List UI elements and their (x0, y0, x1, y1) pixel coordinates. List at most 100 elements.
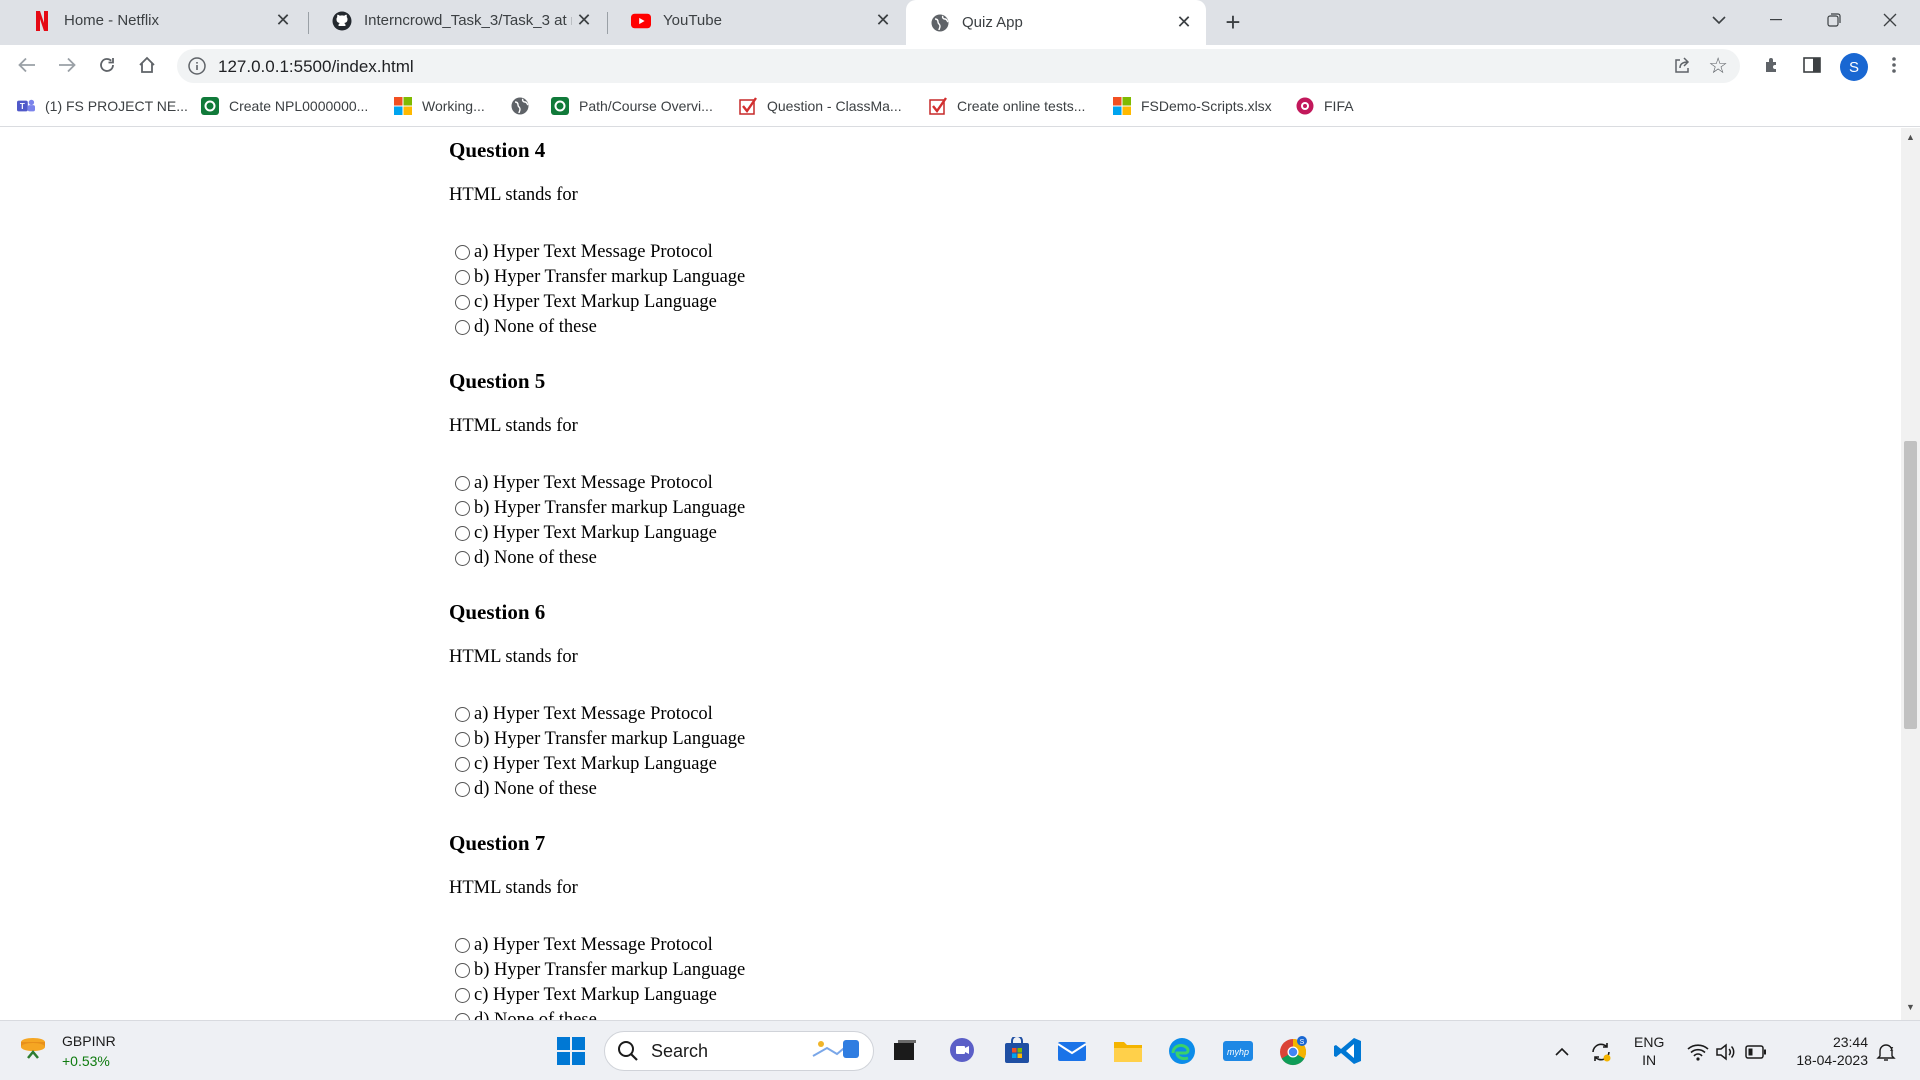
radio-button[interactable] (455, 475, 470, 491)
mail-icon[interactable] (1054, 1033, 1090, 1069)
windows-start-icon[interactable] (553, 1033, 589, 1069)
answer-option[interactable]: c) Hyper Text Markup Language (455, 290, 717, 314)
extensions-icon[interactable] (1756, 49, 1788, 81)
answer-option[interactable]: b) Hyper Transfer markup Language (455, 496, 745, 520)
profile-avatar[interactable]: S (1840, 53, 1868, 81)
answer-option[interactable]: a) Hyper Text Message Protocol (455, 933, 713, 957)
sync-icon[interactable] (1588, 1039, 1614, 1065)
search-highlight-icon (809, 1034, 865, 1069)
tab-search-chevron-icon[interactable] (1691, 0, 1747, 40)
radio-button[interactable] (455, 269, 470, 285)
option-label: c) Hyper Text Markup Language (474, 291, 717, 312)
minimize-icon[interactable] (1748, 0, 1804, 40)
taskbar-search-box[interactable]: Search (604, 1031, 874, 1071)
back-button[interactable] (11, 49, 43, 81)
reload-button[interactable] (91, 49, 123, 81)
radio-button[interactable] (455, 781, 470, 797)
system-clock[interactable]: 23:44 18-04-2023 (1786, 1033, 1868, 1069)
option-label: b) Hyper Transfer markup Language (474, 497, 746, 518)
tab-netflix[interactable]: Home - Netflix ✕ (8, 0, 305, 41)
bookmark-item[interactable]: Path/Course Overvi... (551, 95, 713, 117)
close-tab-icon[interactable]: ✕ (572, 9, 596, 33)
radio-button[interactable] (455, 731, 470, 747)
tab-github[interactable]: Interncrowd_Task_3/Task_3 at ma ✕ (308, 0, 606, 41)
close-tab-icon[interactable]: ✕ (1172, 11, 1196, 35)
radio-button[interactable] (455, 500, 470, 516)
scrollbar-thumb[interactable] (1904, 441, 1917, 729)
scroll-down-arrow-icon[interactable]: ▼ (1901, 1002, 1920, 1016)
notifications-icon[interactable]: z (1874, 1040, 1898, 1064)
radio-button[interactable] (455, 756, 470, 772)
answer-option[interactable]: c) Hyper Text Markup Language (455, 752, 717, 776)
answer-option[interactable]: a) Hyper Text Message Protocol (455, 702, 713, 726)
answer-option[interactable]: c) Hyper Text Markup Language (455, 983, 717, 1007)
widgets-button[interactable]: GBPINR +0.53% (18, 1031, 116, 1071)
answer-option[interactable]: a) Hyper Text Message Protocol (455, 471, 713, 495)
answer-option[interactable]: b) Hyper Transfer markup Language (455, 958, 745, 982)
side-panel-icon[interactable] (1796, 49, 1828, 81)
bookmark-label: (1) FS PROJECT NE... (45, 98, 188, 114)
show-hidden-icons-chevron-icon[interactable] (1552, 1041, 1572, 1061)
teams-chat-icon[interactable] (944, 1033, 980, 1069)
address-bar[interactable]: 127.0.0.1:5500/index.html ☆ (177, 49, 1740, 83)
file-explorer-icon[interactable] (1110, 1033, 1146, 1069)
bookmark-item[interactable] (511, 95, 539, 117)
vscode-icon[interactable] (1330, 1033, 1366, 1069)
home-button[interactable] (131, 49, 163, 81)
myhp-icon[interactable]: myhp (1220, 1033, 1256, 1069)
bookmark-item[interactable]: Create online tests... (929, 95, 1085, 117)
radio-button[interactable] (455, 962, 470, 978)
new-tab-button[interactable]: + (1218, 7, 1248, 37)
browser-toolbar: 127.0.0.1:5500/index.html ☆ S (0, 45, 1920, 85)
answer-option[interactable]: d) None of these (455, 546, 597, 570)
answer-option[interactable]: d) None of these (455, 315, 597, 339)
close-window-icon[interactable] (1862, 0, 1918, 40)
youtube-icon (631, 11, 651, 31)
close-tab-icon[interactable]: ✕ (871, 9, 895, 33)
radio-button[interactable] (455, 706, 470, 722)
restore-icon[interactable] (1806, 0, 1862, 40)
radio-button[interactable] (455, 987, 470, 1003)
radio-button[interactable] (455, 937, 470, 953)
tab-quiz-app[interactable]: Quiz App ✕ (906, 0, 1206, 45)
bookmark-star-icon[interactable]: ☆ (1708, 53, 1728, 79)
page-scrollbar[interactable]: ▲ ▼ (1901, 128, 1920, 1020)
radio-button[interactable] (455, 294, 470, 310)
share-icon[interactable] (1672, 56, 1692, 76)
answer-option[interactable]: b) Hyper Transfer markup Language (455, 727, 745, 751)
bookmark-item[interactable]: Working... (394, 95, 485, 117)
radio-button[interactable] (455, 319, 470, 335)
forward-button[interactable] (51, 49, 83, 81)
language-indicator[interactable]: ENG IN (1634, 1033, 1664, 1069)
close-tab-icon[interactable]: ✕ (271, 9, 295, 33)
bookmark-item[interactable]: Create NPL0000000... (201, 95, 368, 117)
wifi-icon[interactable] (1686, 1040, 1710, 1064)
globe-icon (930, 13, 950, 33)
tab-youtube[interactable]: YouTube ✕ (607, 0, 905, 41)
menu-kebab-icon[interactable] (1878, 49, 1910, 81)
microsoft-store-icon[interactable] (999, 1033, 1035, 1069)
bookmark-item[interactable]: FSDemo-Scripts.xlsx (1113, 95, 1272, 117)
tab-title: Home - Netflix (64, 12, 160, 29)
bookmark-item[interactable]: FIFA (1296, 95, 1354, 117)
site-info-icon[interactable] (187, 56, 207, 76)
page-viewport: Question 4 HTML stands for a) Hyper Text… (0, 128, 1901, 1020)
radio-button[interactable] (455, 525, 470, 541)
chrome-icon[interactable]: S (1275, 1033, 1311, 1069)
answer-option[interactable]: b) Hyper Transfer markup Language (455, 265, 745, 289)
task-view-icon[interactable] (887, 1033, 923, 1069)
answer-option[interactable]: d) None of these (455, 777, 597, 801)
answer-option[interactable]: a) Hyper Text Message Protocol (455, 240, 713, 264)
bookmark-item[interactable]: Question - ClassMa... (739, 95, 902, 117)
volume-icon[interactable] (1714, 1040, 1738, 1064)
bookmark-item[interactable]: T (1) FS PROJECT NE... (17, 95, 188, 117)
radio-button[interactable] (455, 550, 470, 566)
answer-option[interactable]: c) Hyper Text Markup Language (455, 521, 717, 545)
battery-icon[interactable] (1744, 1040, 1768, 1064)
answer-option[interactable]: d) None of these (455, 1008, 597, 1020)
edge-icon[interactable] (1164, 1033, 1200, 1069)
windows-taskbar: GBPINR +0.53% Search myhp S ENG IN 23:44… (0, 1020, 1920, 1080)
radio-button[interactable] (455, 244, 470, 260)
radio-button[interactable] (455, 1012, 470, 1020)
scroll-up-arrow-icon[interactable]: ▲ (1901, 132, 1920, 146)
